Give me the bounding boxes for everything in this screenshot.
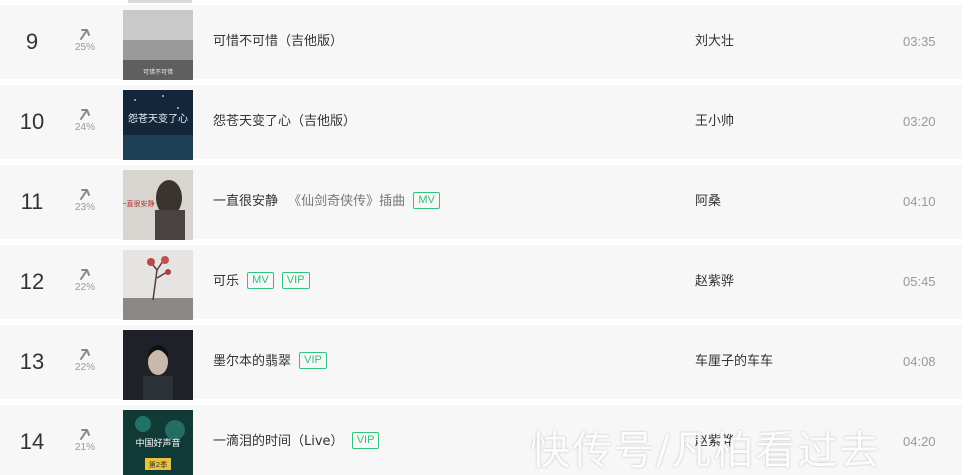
song-row[interactable]: 12 22% 可乐 MV VIP 赵紫骅 05:45 (0, 245, 962, 320)
cover-image: 一直很安静 (123, 170, 193, 240)
cover-text: 一直很安静 (123, 199, 155, 208)
trend-percent: 24% (74, 122, 95, 133)
trend-percent: 22% (74, 282, 95, 293)
album-cover[interactable]: 中国好声音 第2季 (123, 410, 193, 475)
trend-up-icon (80, 189, 90, 200)
song-row[interactable]: 10 24% 怨苍天变了心 怨苍天变了心（吉他版） 王小帅 03:20 (0, 85, 962, 160)
trend-percent: 25% (74, 42, 95, 53)
trend-up-icon (80, 349, 90, 360)
cover-image: 中国好声音 第2季 (123, 410, 193, 475)
duration: 04:20 (903, 434, 936, 449)
cover-text: 第2季 (149, 460, 167, 469)
artist-name[interactable]: 赵紫骅 (695, 245, 734, 319)
song-title[interactable]: 墨尔本的翡翠 (213, 354, 291, 369)
mv-badge[interactable]: MV (247, 272, 274, 289)
song-subtitle: 《仙剑奇侠传》插曲 (288, 194, 406, 209)
rank-number: 14 (19, 429, 45, 454)
mv-badge[interactable]: MV (413, 192, 440, 209)
trend-up-icon (80, 29, 90, 40)
trend: 22% (66, 267, 104, 293)
album-cover[interactable]: 一直很安静 (123, 170, 193, 240)
trend: 25% (66, 27, 104, 53)
trend: 23% (66, 187, 104, 213)
rank-number: 12 (19, 269, 45, 294)
artist-name[interactable]: 王小帅 (695, 85, 734, 159)
duration: 04:10 (903, 194, 936, 209)
song-row[interactable]: 11 23% 一直很安静 一直很安静 《仙剑奇侠传》插曲 MV 阿桑 04:10 (0, 165, 962, 240)
song-title[interactable]: 可乐 (213, 274, 239, 289)
duration: 03:20 (903, 114, 936, 129)
trend: 21% (66, 427, 104, 453)
trend-percent: 23% (74, 202, 95, 213)
cover-text: 怨苍天变了心 (128, 112, 188, 125)
song-title[interactable]: 怨苍天变了心（吉他版） (213, 114, 356, 129)
trend: 24% (66, 107, 104, 133)
cover-text: 中国好声音 (135, 437, 180, 449)
song-row[interactable]: 9 25% 可惜不可惜 可惜不可惜（吉他版） 刘大壮 03:35 (0, 5, 962, 80)
trend-percent: 21% (74, 442, 95, 453)
trend-up-icon (80, 109, 90, 120)
album-cover[interactable] (123, 330, 193, 400)
trend: 22% (66, 347, 104, 373)
rank-number: 13 (19, 349, 45, 374)
cover-image (123, 250, 193, 320)
song-list: 9 25% 可惜不可惜 可惜不可惜（吉他版） 刘大壮 03:35 10 24% (0, 0, 972, 475)
song-title[interactable]: 一滴泪的时间（Live） (213, 434, 344, 449)
trend-up-icon (80, 269, 90, 280)
artist-name[interactable]: 刘大壮 (695, 5, 734, 79)
duration: 04:08 (903, 354, 936, 369)
song-row[interactable]: 14 21% 中国好声音 第2季 一滴泪的时间（Live） VIP 赵紫骅 04… (0, 405, 962, 475)
rank-number: 10 (19, 109, 45, 134)
vip-badge: VIP (351, 432, 380, 449)
cover-image: 可惜不可惜 (123, 10, 193, 80)
song-row[interactable]: 13 22% 墨尔本的翡翠 VIP 车厘子的车车 04:08 (0, 325, 962, 400)
duration: 05:45 (903, 274, 936, 289)
rank-number: 9 (25, 29, 39, 54)
vip-badge: VIP (281, 272, 310, 289)
trend-percent: 22% (74, 362, 95, 373)
song-title[interactable]: 一直很安静 (213, 194, 278, 209)
vip-badge: VIP (299, 352, 327, 369)
album-cover[interactable]: 可惜不可惜 (123, 10, 193, 80)
song-title[interactable]: 可惜不可惜（吉他版） (213, 34, 343, 49)
album-cover[interactable] (123, 250, 193, 320)
artist-name[interactable]: 阿桑 (695, 165, 721, 239)
trend-up-icon (80, 429, 90, 440)
artist-name[interactable]: 车厘子的车车 (695, 325, 773, 399)
duration: 03:35 (903, 34, 936, 49)
cover-image (123, 330, 193, 400)
artist-name[interactable]: 赵紫骅 (695, 405, 734, 475)
previous-cover-edge (128, 0, 192, 3)
album-cover[interactable]: 怨苍天变了心 (123, 90, 193, 160)
cover-image: 怨苍天变了心 (123, 90, 193, 160)
rank-number: 11 (20, 189, 44, 214)
cover-text: 可惜不可惜 (143, 68, 173, 76)
